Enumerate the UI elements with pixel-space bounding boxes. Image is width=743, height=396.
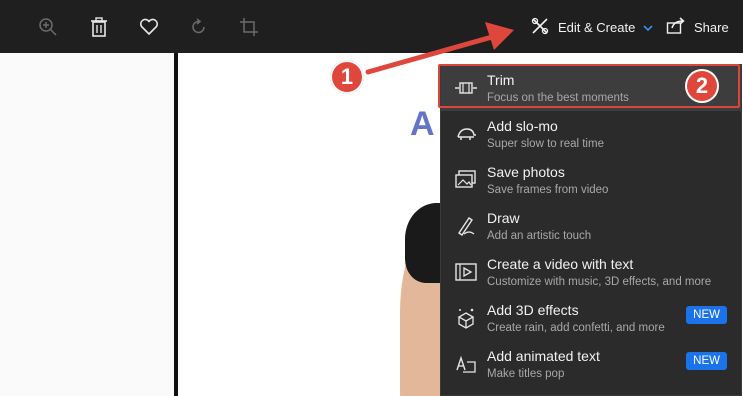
menu-item-3d-effects[interactable]: Add 3D effects Create rain, add confetti… [441, 295, 741, 341]
menu-item-title: Add animated text [487, 348, 600, 364]
step-1-callout: 1 [330, 60, 364, 94]
menu-item-save-photos[interactable]: Save photos Save frames from video [441, 157, 741, 203]
menu-item-video-with-text[interactable]: Create a video with text Customize with … [441, 249, 741, 295]
video-frame-left [0, 53, 174, 396]
crop-icon[interactable] [238, 16, 260, 38]
menu-item-title: Draw [487, 210, 520, 226]
menu-item-subtitle: Super slow to real time [487, 138, 604, 150]
edit-create-icon [530, 16, 550, 39]
menu-item-title: Save photos [487, 164, 565, 180]
save-photos-icon [455, 169, 477, 191]
turtle-icon [455, 123, 477, 145]
share-label: Share [694, 19, 729, 35]
delete-icon[interactable] [88, 16, 110, 38]
menu-item-title: Add slo-mo [487, 118, 558, 134]
edit-create-menu: Trim Focus on the best moments Add slo-m… [440, 64, 742, 396]
3d-effects-icon [455, 307, 477, 329]
rotate-icon[interactable] [188, 16, 210, 38]
frame-divider [174, 53, 178, 396]
new-badge: NEW [686, 306, 727, 324]
video-text-icon [455, 261, 477, 283]
menu-item-subtitle: Add an artistic touch [487, 230, 592, 242]
step-2-callout: 2 [685, 69, 719, 103]
share-button[interactable]: Share [666, 14, 729, 40]
menu-item-title: Create a video with text [487, 256, 634, 272]
edit-create-button[interactable]: Edit & Create [530, 14, 653, 40]
menu-item-animated-text[interactable]: Add animated text Make titles pop NEW [441, 341, 741, 387]
menu-item-subtitle: Save frames from video [487, 184, 609, 196]
menu-item-title: Add 3D effects [487, 302, 579, 318]
menu-item-draw[interactable]: Draw Add an artistic touch [441, 203, 741, 249]
background-logo-icon: A [410, 105, 435, 143]
edit-create-label: Edit & Create [558, 19, 636, 35]
favorite-icon[interactable] [138, 16, 160, 38]
menu-item-slo-mo[interactable]: Add slo-mo Super slow to real time [441, 111, 741, 157]
menu-item-subtitle: Customize with music, 3D effects, and mo… [487, 276, 712, 288]
menu-item-subtitle: Make titles pop [487, 368, 565, 380]
draw-icon [455, 215, 477, 237]
animated-text-icon [455, 353, 477, 375]
menu-item-subtitle: Create rain, add confetti, and more [487, 322, 665, 334]
top-toolbar: Edit & Create Share [0, 0, 743, 53]
share-icon [666, 16, 686, 38]
new-badge: NEW [686, 352, 727, 370]
zoom-in-icon[interactable] [37, 16, 59, 38]
chevron-down-icon [643, 20, 653, 35]
